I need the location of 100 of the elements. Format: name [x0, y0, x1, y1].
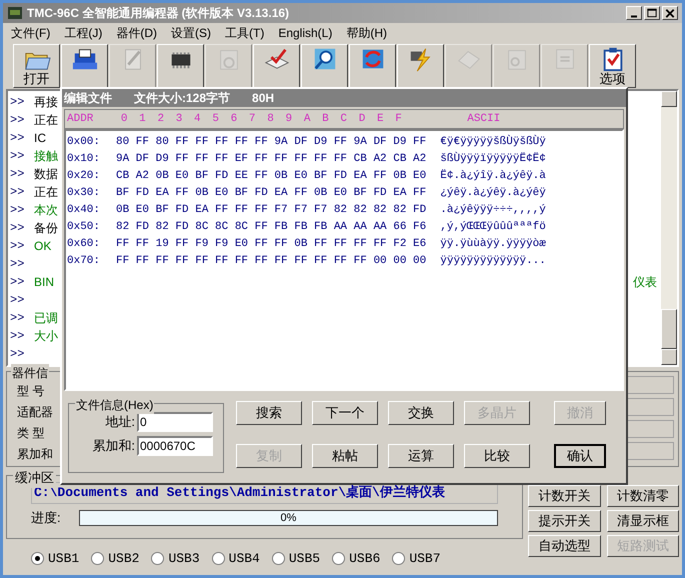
field-label: 类 型	[17, 425, 44, 442]
ascii-text: €ÿ€ÿÿÿÿÿšßÙÿšßÙÿ	[440, 134, 546, 150]
hex-bytes: 9A DF D9 FF FF FF EF FF FF FF FF FF CB A2 CB A2	[116, 152, 426, 168]
usb-radio[interactable]: USB6	[332, 549, 380, 568]
toolbar-button[interactable]	[61, 44, 108, 88]
menu-item[interactable]: 设置(S)	[171, 24, 211, 42]
action-button[interactable]: 计数开关	[528, 485, 600, 507]
menu-item[interactable]: 文件(F)	[11, 24, 50, 42]
close-button[interactable]	[662, 6, 678, 20]
file-size-hex: 80H	[252, 90, 274, 107]
prompt-marker: >>	[9, 184, 26, 201]
action-button[interactable]: 计数清零	[606, 485, 679, 507]
prompt-marker: >>	[9, 94, 26, 111]
dialog-button[interactable]: 运算	[388, 444, 454, 468]
action-button[interactable]: 提示开关	[528, 510, 600, 532]
prompt-marker: >>	[9, 328, 26, 345]
prompt-marker: >>	[9, 310, 26, 327]
ascii-text: ,ý,ýŒŒŒÿûûûªªªfö	[440, 220, 546, 236]
hex-bytes: 80 FF 80 FF FF FF FF FF 9A DF D9 FF 9A DF D9 FF	[116, 135, 426, 150]
log-line: 再接	[34, 94, 58, 111]
prompt-marker: >>	[9, 220, 26, 237]
toolbar-button[interactable]	[349, 44, 396, 88]
log-line: 仪表	[633, 274, 657, 291]
log-line: 正在	[34, 112, 58, 129]
column-header: C	[339, 112, 348, 127]
usb-radio[interactable]: USB7	[392, 549, 441, 568]
group-title: 器件信	[11, 364, 49, 382]
hex-bytes: CB A2 0B E0 BF FD EE FF 0B E0 BF FD EA FF 0B E0	[116, 169, 426, 184]
window-title: TMC-96C 全智能通用编程器 (软件版本 V3.13.16)	[27, 5, 290, 22]
column-header: A	[302, 112, 312, 127]
menu-item[interactable]: English(L)	[278, 24, 332, 42]
usb-radio[interactable]: USB4	[212, 549, 260, 568]
field-label: 累加和	[17, 446, 53, 463]
toolbar-button[interactable]	[253, 44, 300, 88]
dialog-button[interactable]: 粘帖	[312, 444, 378, 468]
prompt-marker: >>	[9, 166, 26, 183]
prompt-marker: >>	[9, 202, 26, 219]
prompt-marker: >>	[9, 130, 26, 147]
app-icon	[7, 6, 23, 20]
prompt-marker: >>	[9, 292, 26, 309]
column-header: 3	[174, 112, 184, 127]
column-header: 7	[248, 112, 257, 127]
toolbar-button[interactable]: 打开	[13, 44, 60, 88]
column-header: D	[358, 112, 366, 127]
log-line: IC	[34, 130, 46, 147]
action-button[interactable]: 自动选型	[528, 535, 600, 557]
dialog-button[interactable]: 交换	[388, 401, 454, 425]
log-line: OK	[34, 238, 52, 255]
toolbar-button[interactable]	[157, 44, 204, 88]
field-label: 累加和:	[91, 437, 136, 456]
checksum-field[interactable]: 0000670C	[137, 436, 213, 456]
action-button[interactable]: 清显示框	[606, 510, 679, 532]
column-header: 6	[230, 112, 238, 127]
toolbar-button[interactable]	[301, 44, 348, 88]
column-header: 1	[138, 112, 147, 127]
log-line: 备份	[34, 220, 58, 237]
minimize-button[interactable]	[626, 6, 642, 20]
ascii-text: ÿÿ.ÿùùàÿÿ.ÿÿÿÿòæ	[440, 237, 546, 252]
address-cell-text: 0x20:	[66, 169, 102, 184]
column-header: F	[394, 112, 403, 127]
menu-item[interactable]: 工程(J)	[64, 24, 102, 42]
column-header: 5	[211, 112, 220, 127]
usb-radio[interactable]: USB5	[272, 549, 320, 568]
usb-radio[interactable]: USB2	[91, 549, 140, 568]
prompt-marker: >>	[9, 112, 26, 129]
column-header: ADDR	[67, 112, 94, 127]
progress-bar: 0%	[79, 510, 498, 526]
menu-item[interactable]: 帮助(H)	[346, 24, 388, 42]
hex-bytes: 0B E0 BF FD EA FF FF FF F7 F7 F7 82 82 82 82 FD	[116, 203, 426, 218]
address-cell-text: 0x40:	[66, 203, 102, 218]
log-line: 已调	[34, 310, 58, 327]
maximize-button[interactable]	[644, 6, 660, 20]
dialog-button[interactable]: 搜索	[236, 401, 302, 425]
menu-item[interactable]: 器件(D)	[116, 24, 157, 42]
address-cell-text: 0x50:	[66, 220, 102, 236]
usb-radio[interactable]: USB1	[31, 549, 80, 568]
menu-item[interactable]: 工具(T)	[225, 24, 264, 42]
log-line: 数据	[34, 166, 58, 183]
scrollbar[interactable]	[661, 91, 677, 365]
dialog-button[interactable]: 确认	[554, 444, 606, 468]
prompt-marker: >>	[9, 148, 26, 165]
toolbar-button[interactable]	[397, 44, 444, 88]
field-label: 地址:	[104, 413, 136, 432]
ascii-text: ¿ýêÿ.à¿ýêÿ.à¿ýêÿ	[440, 186, 546, 202]
column-header: ASCII	[466, 112, 502, 127]
toolbar-button[interactable]: 选项	[589, 44, 636, 88]
usb-radio[interactable]: USB3	[151, 549, 200, 568]
maximize-icon	[645, 7, 659, 19]
address-cell-text: 0x00:	[66, 135, 102, 150]
dialog-button[interactable]: 比较	[464, 444, 530, 468]
address-cell-text: 0x30:	[66, 186, 102, 202]
column-header: 2	[156, 112, 166, 127]
column-header: E	[376, 112, 385, 127]
prompt-marker: >>	[9, 238, 26, 255]
address-cell-text: 0x10:	[66, 152, 102, 168]
dialog-button[interactable]: 下一个	[312, 401, 378, 425]
minimize-icon	[630, 14, 638, 18]
log-line: BIN	[34, 274, 54, 291]
address-field[interactable]: 0	[137, 412, 213, 432]
close-icon	[663, 7, 677, 19]
